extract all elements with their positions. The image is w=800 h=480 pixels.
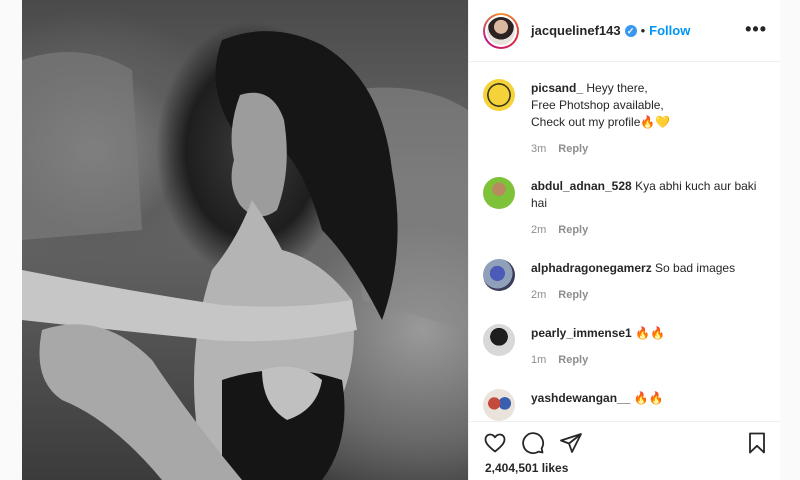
reply-button[interactable]: Reply: [558, 287, 588, 304]
comment-username[interactable]: picsand_: [531, 81, 583, 95]
post-actions-bar: 2,404,501 likes: [469, 421, 781, 480]
comment-emoji: 🔥💛: [640, 115, 671, 129]
comment-username[interactable]: abdul_adnan_528: [531, 179, 632, 193]
reply-button[interactable]: Reply: [558, 141, 588, 158]
comments-list[interactable]: picsand_ Heyy there, Free Photshop avail…: [469, 63, 781, 421]
commenter-avatar[interactable]: [483, 79, 515, 111]
comment-timestamp: 2m: [531, 289, 547, 301]
instagram-post: jacquelinef143 ✓ • Follow ••• picsand_ H…: [0, 0, 800, 480]
post-photo[interactable]: [22, 0, 468, 480]
comment-username[interactable]: alphadragonegamerz: [531, 261, 652, 275]
verified-badge-icon: ✓: [624, 24, 637, 37]
share-icon[interactable]: [559, 431, 583, 455]
reply-button[interactable]: Reply: [558, 352, 588, 369]
more-options-icon[interactable]: •••: [745, 20, 767, 38]
comment-item: pearly_immense1 🔥🔥 1m Reply: [483, 308, 773, 369]
post-header: jacquelinef143 ✓ • Follow •••: [469, 0, 781, 62]
follow-button[interactable]: Follow: [649, 23, 690, 38]
owner-avatar[interactable]: [487, 16, 515, 45]
commenter-avatar[interactable]: [483, 259, 515, 291]
comment-icon[interactable]: [521, 431, 545, 455]
comment-timestamp: 3m: [531, 143, 547, 155]
post-side-panel: jacquelinef143 ✓ • Follow ••• picsand_ H…: [468, 0, 781, 480]
page-gutter: [780, 0, 800, 480]
reply-button[interactable]: Reply: [558, 222, 588, 239]
likes-count[interactable]: 2,404,501 likes: [485, 461, 568, 475]
heart-icon[interactable]: [483, 431, 507, 455]
header-separator: •: [640, 23, 646, 38]
post-photo-graphic: [22, 31, 468, 480]
commenter-avatar[interactable]: [483, 389, 515, 421]
bookmark-icon[interactable]: [745, 431, 769, 455]
comment-item: alphadragonegamerz So bad images 2m Repl…: [483, 243, 773, 304]
owner-username[interactable]: jacquelinef143: [531, 23, 621, 38]
commenter-avatar[interactable]: [483, 177, 515, 209]
comment-item: picsand_ Heyy there, Free Photshop avail…: [483, 63, 773, 158]
comment-text: So bad images: [655, 261, 736, 275]
comment-emoji: 🔥🔥: [635, 326, 665, 340]
comment-username[interactable]: yashdewangan__: [531, 391, 630, 405]
comment-item: yashdewangan__ 🔥🔥: [483, 373, 773, 421]
owner-avatar-ring[interactable]: [483, 12, 519, 49]
commenter-avatar[interactable]: [483, 324, 515, 356]
comment-item: abdul_adnan_528 Kya abhi kuch aur baki h…: [483, 161, 773, 239]
comment-emoji: 🔥🔥: [633, 391, 664, 405]
comment-timestamp: 1m: [531, 354, 547, 366]
comment-timestamp: 2m: [531, 224, 547, 236]
comment-username[interactable]: pearly_immense1: [531, 326, 632, 340]
